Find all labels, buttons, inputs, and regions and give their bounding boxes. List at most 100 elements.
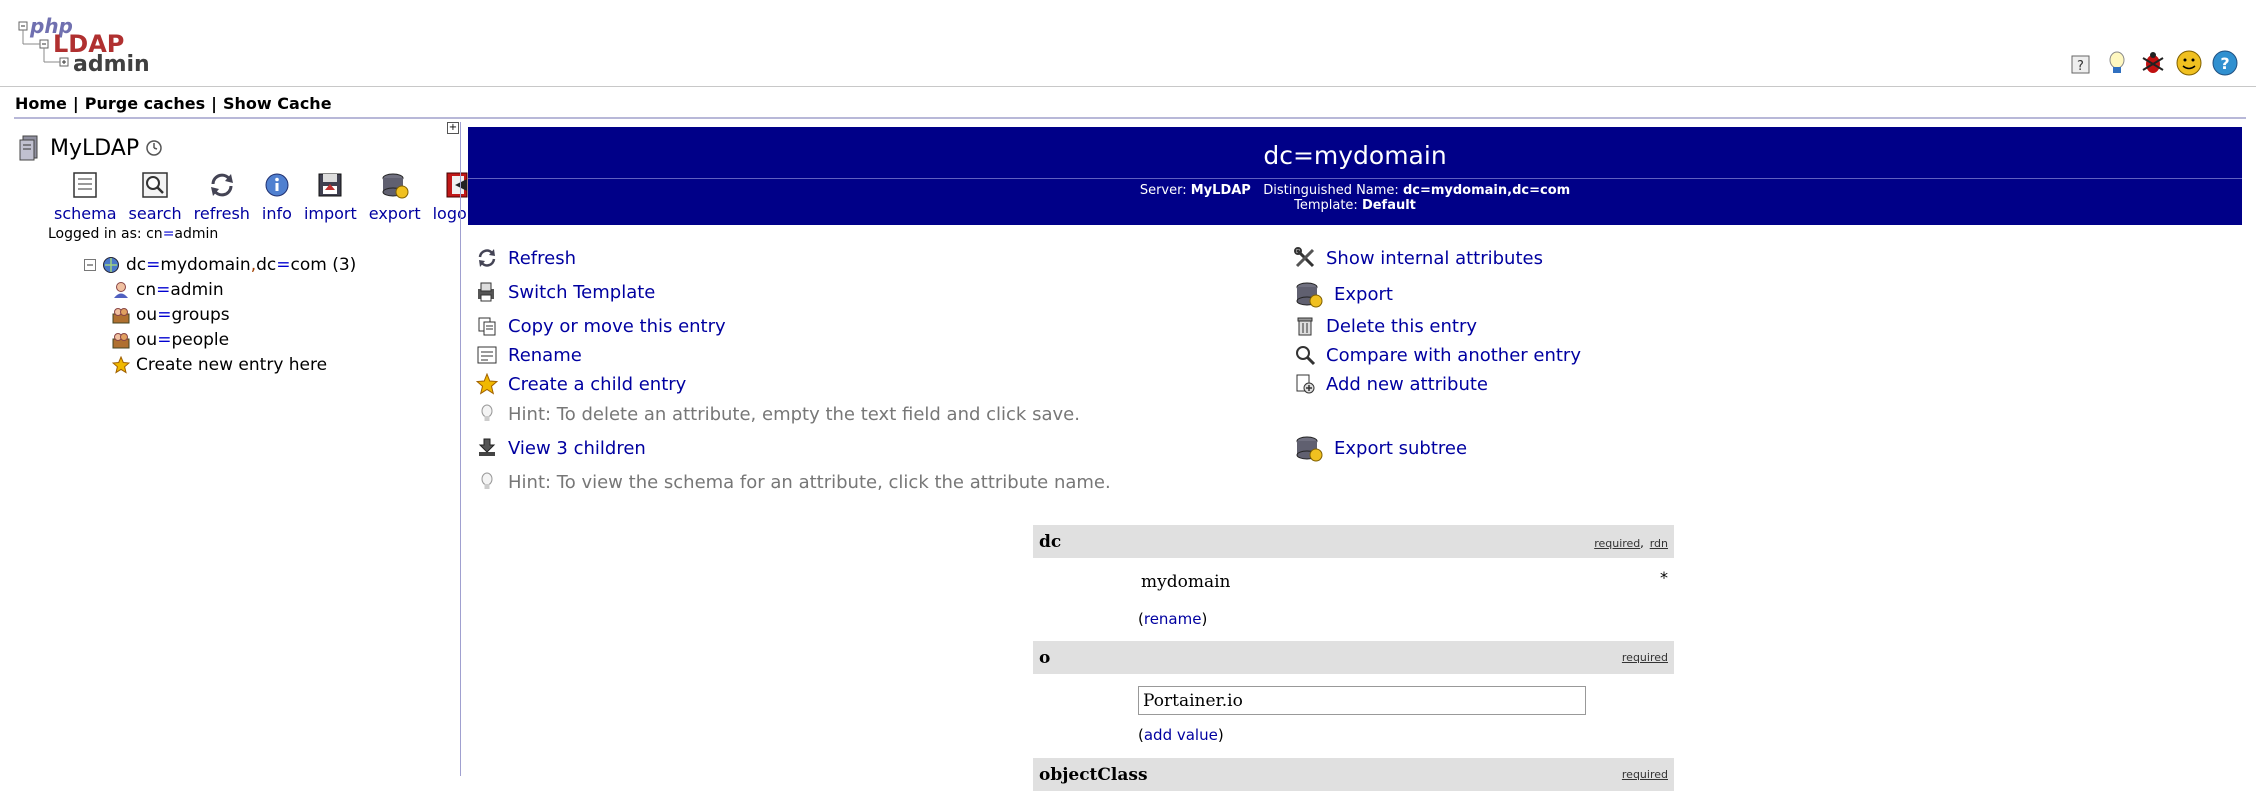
hint-schema: Hint: To view the schema for an attribut… [476,471,1111,493]
bug-icon[interactable] [2138,48,2168,78]
export-link[interactable]: Export [1334,284,1393,305]
star-icon [112,355,130,374]
search-button[interactable]: search [129,170,182,223]
attr-name-dc[interactable]: dc [1039,532,1061,552]
add-attribute-link[interactable]: Add new attribute [1326,374,1488,395]
info-button[interactable]: info [262,170,292,223]
server-title: MyLDAP [18,134,163,162]
switch-template-link[interactable]: Switch Template [508,282,655,303]
entry-dn-title: dc=mydomain [1263,141,1447,170]
entry-banner: dc=mydomain Server: MyLDAP Distinguished… [468,127,2242,225]
compare-action[interactable]: Compare with another entry [1294,344,1581,366]
help-icon[interactable]: ? [2066,48,2096,78]
info-question-icon[interactable]: ? [2210,48,2240,78]
tree-node-ou-people[interactable]: ou=people [112,327,356,352]
root-attr-b: dc [256,254,277,275]
download-arrow-icon [478,438,496,456]
rdn-note[interactable]: rdn [1650,537,1668,550]
svg-text:?: ? [2077,59,2084,74]
required-note[interactable]: required [1622,768,1668,781]
required-note[interactable]: required [1622,651,1668,664]
search-label: search [128,204,182,223]
add-attribute-icon [1296,374,1315,394]
import-button[interactable]: import [304,170,357,223]
template-value: Default [1361,198,1416,213]
home-link[interactable]: Home [15,94,67,113]
hint-delete-text: Hint: To delete an attribute, empty the … [508,403,1080,425]
collapse-icon[interactable] [84,258,96,271]
header-divider [0,86,2256,87]
rename-link[interactable]: rename [1144,610,1202,628]
attr-body-dc: mydomain * (rename) [1033,558,1674,641]
switch-template-icon [478,282,494,302]
attr-name-o[interactable]: o [1039,648,1050,668]
compare-link[interactable]: Compare with another entry [1326,345,1581,366]
export-icon [1296,436,1323,462]
smiley-icon[interactable] [2174,48,2204,78]
refresh-button[interactable]: refresh [194,170,250,223]
header-icons: ? ? [2066,48,2240,78]
root-val-b: com [290,254,327,275]
show-cache-link[interactable]: Show Cache [223,94,332,113]
tree-root[interactable]: dc=mydomain,dc=com (3) [84,252,356,277]
delete-link[interactable]: Delete this entry [1326,316,1477,337]
top-menu: Home | Purge caches | Show Cache [15,94,332,113]
export-action[interactable]: Export [1294,279,1393,309]
add-value-link[interactable]: add value [1144,726,1218,744]
svg-text:?: ? [2220,54,2229,73]
server-value: MyLDAP [1190,183,1251,198]
schema-button[interactable]: schema [54,170,117,223]
node-attr: cn [136,279,157,300]
export-button[interactable]: export [369,170,421,223]
show-internal-link[interactable]: Show internal attributes [1326,248,1543,269]
export-subtree-link[interactable]: Export subtree [1334,438,1467,459]
export-subtree-action[interactable]: Export subtree [1294,433,1467,463]
dn-value: dc=mydomain,dc=com [1402,183,1571,198]
attr-header-o: o required [1033,641,1674,674]
phpldapadmin-logo[interactable]: php LDAP admin [18,14,150,78]
server-icon [19,135,38,161]
server-label: Server: [1139,183,1187,198]
import-label: import [303,204,357,223]
refresh-action[interactable]: Refresh [476,247,576,269]
purge-caches-link[interactable]: Purge caches [85,94,205,113]
hint-bulb-icon[interactable] [2102,48,2132,78]
server-name[interactable]: MyLDAP [50,136,139,161]
rename-action[interactable]: Rename [476,344,582,366]
attr-body-o: (add value) [1033,674,1674,758]
menu-divider [14,117,2246,119]
delete-action[interactable]: Delete this entry [1294,315,1477,337]
create-child-action[interactable]: Create a child entry [476,373,686,395]
show-internal-action[interactable]: Show internal attributes [1294,247,1543,269]
refresh-icon [478,249,496,267]
view-children-link[interactable]: View 3 children [508,438,646,459]
banner-divider [468,178,2242,179]
required-note[interactable]: required [1594,537,1640,550]
user-icon [114,281,128,298]
sidebar-divider [460,122,461,776]
tree-create-entry[interactable]: Create new entry here [112,352,356,377]
copy-move-action[interactable]: Copy or move this entry [476,315,726,337]
o-value-input[interactable] [1138,686,1586,715]
search-icon [142,172,168,198]
create-entry-label: Create new entry here [136,354,328,375]
server-toolbar: schema search refresh info import export… [54,170,483,223]
attr-name-objectclass[interactable]: objectClass [1039,765,1148,785]
view-children-action[interactable]: View 3 children [476,437,646,459]
rename-link[interactable]: Rename [508,345,582,366]
clock-icon[interactable] [145,139,163,157]
tools-icon [1294,247,1315,268]
refresh-icon [210,173,233,197]
hint-schema-text: Hint: To view the schema for an attribut… [508,471,1111,493]
sidebar: MyLDAP schema search refresh info import… [14,122,483,776]
add-value-wrapper: (add value) [1138,726,1224,744]
switch-template-action[interactable]: Switch Template [476,281,655,303]
export-label: export [368,204,421,223]
expand-sidebar-button[interactable]: + [447,122,459,134]
refresh-link[interactable]: Refresh [508,248,576,269]
create-child-link[interactable]: Create a child entry [508,374,686,395]
tree-node-ou-groups[interactable]: ou=groups [112,302,356,327]
add-attribute-action[interactable]: Add new attribute [1294,373,1488,395]
tree-node-cn-admin[interactable]: cn=admin [112,277,356,302]
copy-move-link[interactable]: Copy or move this entry [508,316,726,337]
